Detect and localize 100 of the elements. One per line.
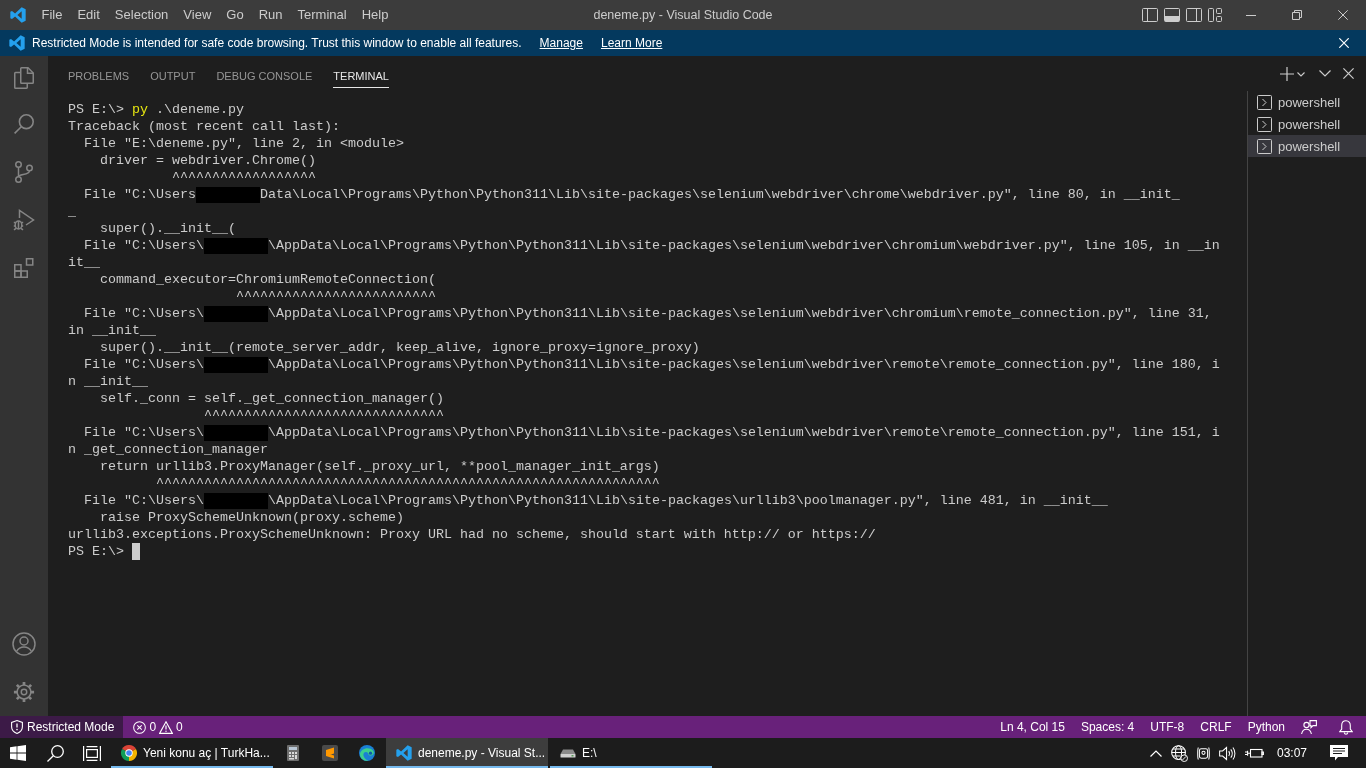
windows-logo-icon[interactable] [10,745,26,761]
feedback-icon[interactable] [1301,719,1317,735]
restricted-mode-button[interactable]: Restricted Mode [0,716,124,738]
shell-list-item[interactable]: powershell [1248,91,1366,113]
redaction-block [204,238,268,254]
taskbar-button[interactable]: E:\ [550,738,712,768]
menu-item[interactable]: Go [218,0,252,30]
sidebar-layout-icon[interactable] [1142,8,1158,22]
terminal-text: File "C:\Users\ [83,305,204,322]
terminal-line: it__ [68,254,101,271]
terminal-cursor [132,543,140,560]
terminal-line: ^^^^^^^^^^^^^^^^^^^^^^^^^^^^^^ [202,407,445,424]
settings-icon[interactable] [13,681,35,703]
status-item[interactable]: Spaces: 4 [1072,716,1143,738]
terminal-line: File "E:\deneme.py", line 2, in <module> [83,135,405,152]
banner-message: Restricted Mode is intended for safe code browsing. Trust this window to enable all features. [32,36,522,50]
browser-swirl-icon [358,745,375,761]
app-logo-icon[interactable] [10,7,26,23]
plus-icon[interactable] [1280,66,1294,81]
terminal-text: \AppData\Local\Programs\Python\Python311\Lib\site-packages\urllib3\poolmanager.py", line 481, in __init__ [268,492,1108,509]
terminal-text: \AppData\Local\Programs\Python\Python311\Lib\site-packages\selenium\webdriver\chromium\remote_connection.py", line 31, [268,305,1212,322]
terminal-line: return urllib3.ProxyManager(self._proxy_url, **pool_manager_init_args) [99,458,661,475]
terminal-icon [1257,94,1272,110]
menu-item[interactable]: File [34,0,70,30]
terminal-line: Traceback (most recent call last): [68,118,341,135]
dropdown-caret-icon[interactable] [1297,72,1305,77]
chevron-up-icon[interactable] [1149,749,1162,757]
editor-app-icon [321,745,338,761]
panel-tab[interactable]: TERMINAL [333,65,389,88]
menu-item[interactable]: Run [251,0,290,30]
close-icon[interactable] [1338,10,1348,20]
chevron-down-icon[interactable] [1319,70,1331,77]
redaction-block [204,425,268,441]
status-item[interactable]: CRLF [1192,716,1240,738]
terminal-line: driver = webdriver.Chrome() [99,152,317,169]
terminal-text: \AppData\Local\Programs\Python\Python311\Lib\site-packages\selenium\webdriver\remote\remote_connection.py", line 151, i [268,424,1220,441]
banner-link[interactable]: Manage [539,36,583,50]
search-icon[interactable] [46,744,64,762]
calculator-icon [286,745,299,761]
banner-link[interactable]: Learn More [600,36,663,50]
bell-icon[interactable] [1339,719,1353,735]
terminal-line: n __init__ [68,373,149,390]
source-control-icon[interactable] [15,161,33,183]
redaction-block [196,187,260,203]
panel-tab[interactable]: DEBUG CONSOLE [216,65,313,88]
minimize-icon[interactable] [1246,14,1256,16]
window-title: deneme.py - Visual Studio Code [593,8,773,22]
battery-icon[interactable] [1244,747,1264,759]
restore-icon[interactable] [1292,10,1302,20]
camera-icon[interactable] [1196,745,1210,761]
terminal-text: PS E:\> [68,543,125,560]
terminal-line: _ [68,203,77,220]
panel-tab[interactable]: PROBLEMS [68,65,130,88]
terminal-icon [1257,116,1272,132]
shell-list-item[interactable]: powershell [1248,135,1366,157]
menu-item[interactable]: Edit [69,0,108,30]
redaction-block [204,357,268,373]
shell-list-item[interactable]: powershell [1248,113,1366,135]
terminal-text: Data\Local\Programs\Python\Python311\Lib\site-packages\selenium\webdriver\chrome\webdriver.py", line 80, in __init_ [260,186,1180,203]
status-item[interactable]: Python [1239,716,1293,738]
extensions-icon[interactable] [14,258,34,278]
secondary-sidebar-layout-icon[interactable] [1186,8,1202,22]
panel-tab[interactable]: OUTPUT [150,65,196,88]
menu-item[interactable]: Terminal [290,0,355,30]
problems-status-button[interactable]: 0 0 [123,716,191,738]
terminal-line: command_executor=ChromiumRemoteConnection( [99,271,437,288]
task-view-icon[interactable] [83,745,101,761]
menu-item[interactable]: Help [354,0,396,30]
customize-layout-icon[interactable] [1208,8,1222,22]
status-item[interactable]: UTF-8 [1142,716,1193,738]
terminal-text: \AppData\Local\Programs\Python\Python311\Lib\site-packages\selenium\webdriver\chromium\webdriver.py", line 105, in __in [268,237,1220,254]
app-logo-icon [9,35,25,51]
panel-layout-icon[interactable] [1164,8,1180,22]
account-icon[interactable] [12,632,36,656]
terminal-line: ^^^^^^^^^^^^^^^^^^^^^^^^^ [234,288,437,305]
terminal-text: File "C:\Users\ [83,424,204,441]
status-item[interactable]: Ln 4, Col 15 [992,716,1073,738]
code-editor-icon [396,745,412,761]
terminal-text: File "C:\Users\ [83,356,204,373]
run-debug-icon[interactable] [13,209,35,231]
menu-item[interactable]: View [175,0,219,30]
taskbar-button[interactable]: Yeni konu aç | TurkHa... [111,738,273,768]
redaction-block [204,493,268,509]
files-icon[interactable] [14,67,34,89]
speaker-icon[interactable] [1218,745,1236,761]
terminal-icon [1257,138,1272,154]
browser-icon [121,745,137,761]
shield-icon [11,720,23,734]
terminal-text: \AppData\Local\Programs\Python\Python311\Lib\site-packages\selenium\webdriver\remote\remote_connection.py", line 180, i [268,356,1220,373]
terminal-line: super().__init__( [99,220,237,237]
terminal-text: File "C:\Users [83,186,196,203]
menu-item[interactable]: Selection [107,0,176,30]
clock[interactable]: 03:07 [1276,746,1307,760]
taskbar-button[interactable]: deneme.py - Visual St... [386,738,548,768]
drive-icon [560,748,576,758]
close-icon[interactable] [1343,68,1354,79]
globe-icon[interactable] [1170,744,1188,762]
notification-icon[interactable] [1330,745,1348,761]
terminal-line: ^^^^^^^^^^^^^^^^^^ [170,169,317,186]
terminal-line: self._conn = self._get_connection_manager() [99,390,445,407]
